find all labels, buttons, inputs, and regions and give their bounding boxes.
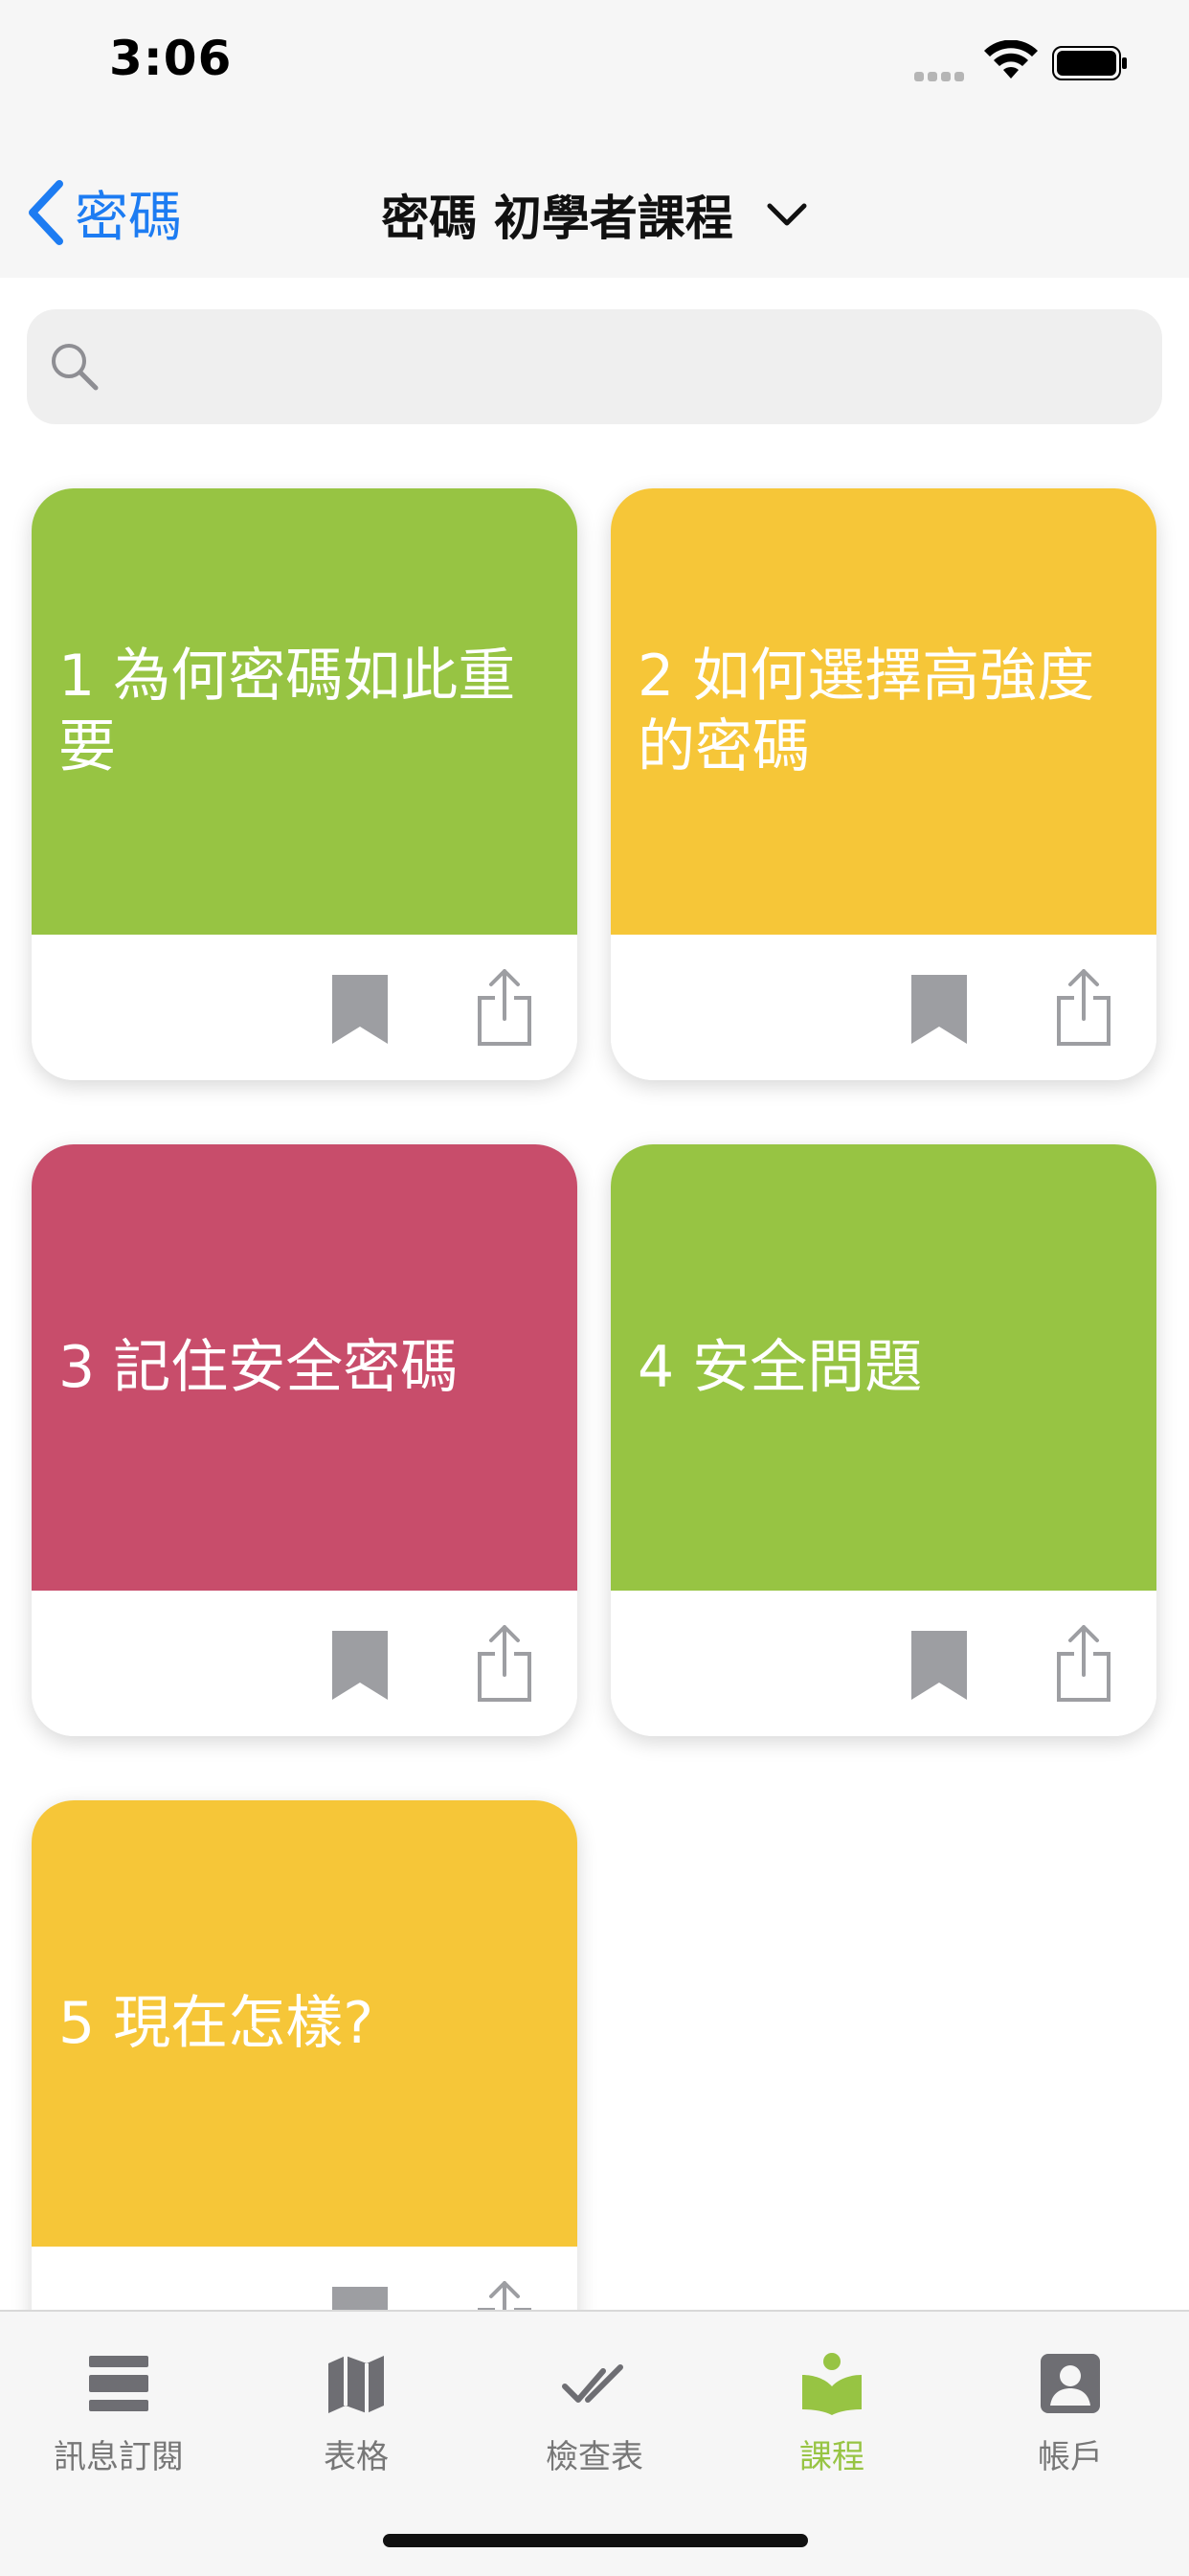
share-icon[interactable] <box>474 1623 535 1704</box>
wifi-icon <box>984 40 1038 79</box>
lesson-card-header[interactable]: 1 為何密碼如此重要 <box>32 488 577 935</box>
lesson-title: 4 安全問題 <box>638 1334 923 1401</box>
lesson-card-header[interactable]: 5 現在怎樣? <box>32 1800 577 2247</box>
share-icon[interactable] <box>1053 967 1114 1048</box>
bookmark-icon[interactable] <box>330 973 390 1046</box>
lesson-card[interactable]: 2 如何選擇高強度的密碼 <box>611 488 1156 1080</box>
share-icon[interactable] <box>474 2279 535 2310</box>
search-icon <box>52 344 99 391</box>
tab-label: 檢查表 <box>546 2438 643 2476</box>
tab-label: 帳戶 <box>1038 2438 1103 2476</box>
bookmark-icon[interactable] <box>909 1629 969 1702</box>
tab-account[interactable]: 帳戶 <box>952 2339 1189 2482</box>
account-icon <box>1041 2354 1100 2413</box>
tab-feed[interactable]: 訊息訂閱 <box>0 2339 237 2482</box>
tab-label: 表格 <box>324 2438 389 2476</box>
lesson-title: 1 為何密碼如此重要 <box>58 643 516 780</box>
status-bar: 3:06 <box>0 0 1189 124</box>
lesson-card-actions <box>32 2247 577 2310</box>
tab-course[interactable]: 課程 <box>713 2339 951 2482</box>
map-icon <box>328 2356 384 2413</box>
lesson-card-header[interactable]: 3 記住安全密碼 <box>32 1144 577 1591</box>
tab-checklist[interactable]: 檢查表 <box>476 2339 713 2482</box>
lesson-grid: 1 為何密碼如此重要 2 如何選擇高強度的密碼 3 記住安全密碼 4 安全問題 … <box>0 456 1189 2310</box>
share-icon[interactable] <box>1053 1623 1114 1704</box>
course-icon <box>802 2353 862 2415</box>
lesson-title: 2 如何選擇高強度的密碼 <box>638 643 1095 780</box>
home-indicator <box>383 2534 808 2547</box>
lesson-card[interactable]: 3 記住安全密碼 <box>32 1144 577 1736</box>
lesson-card[interactable]: 4 安全問題 <box>611 1144 1156 1736</box>
lesson-title: 3 記住安全密碼 <box>58 1334 459 1401</box>
status-time: 3:06 <box>109 31 233 86</box>
lesson-card-actions <box>611 1591 1156 1736</box>
bookmark-icon[interactable] <box>330 1629 390 1702</box>
battery-icon <box>1052 46 1127 80</box>
bookmark-icon[interactable] <box>330 2285 390 2310</box>
navigation-bar: 密碼 密碼 初學者課程 <box>0 124 1189 278</box>
lesson-card-header[interactable]: 2 如何選擇高強度的密碼 <box>611 488 1156 935</box>
tab-label: 課程 <box>799 2438 864 2476</box>
feed-icon <box>89 2356 148 2411</box>
cellular-signal-icon <box>914 67 972 81</box>
lesson-card[interactable]: 1 為何密碼如此重要 <box>32 488 577 1080</box>
checklist-icon <box>562 2364 623 2403</box>
course-selector[interactable]: 密碼 初學者課程 <box>0 180 1189 249</box>
tab-label: 訊息訂閱 <box>54 2438 184 2476</box>
search-bar <box>27 309 1162 424</box>
chevron-down-icon <box>767 203 807 226</box>
lesson-card-actions <box>32 1591 577 1736</box>
share-icon[interactable] <box>474 967 535 1048</box>
page-title: 密碼 初學者課程 <box>381 191 733 246</box>
lesson-title: 5 現在怎樣? <box>58 1990 374 2057</box>
bookmark-icon[interactable] <box>909 973 969 1046</box>
lesson-card-actions <box>611 935 1156 1080</box>
lesson-card-actions <box>32 935 577 1080</box>
lesson-card-header[interactable]: 4 安全問題 <box>611 1144 1156 1591</box>
tab-map[interactable]: 表格 <box>237 2339 475 2482</box>
search-input[interactable] <box>113 328 1141 407</box>
lesson-card[interactable]: 5 現在怎樣? <box>32 1800 577 2310</box>
